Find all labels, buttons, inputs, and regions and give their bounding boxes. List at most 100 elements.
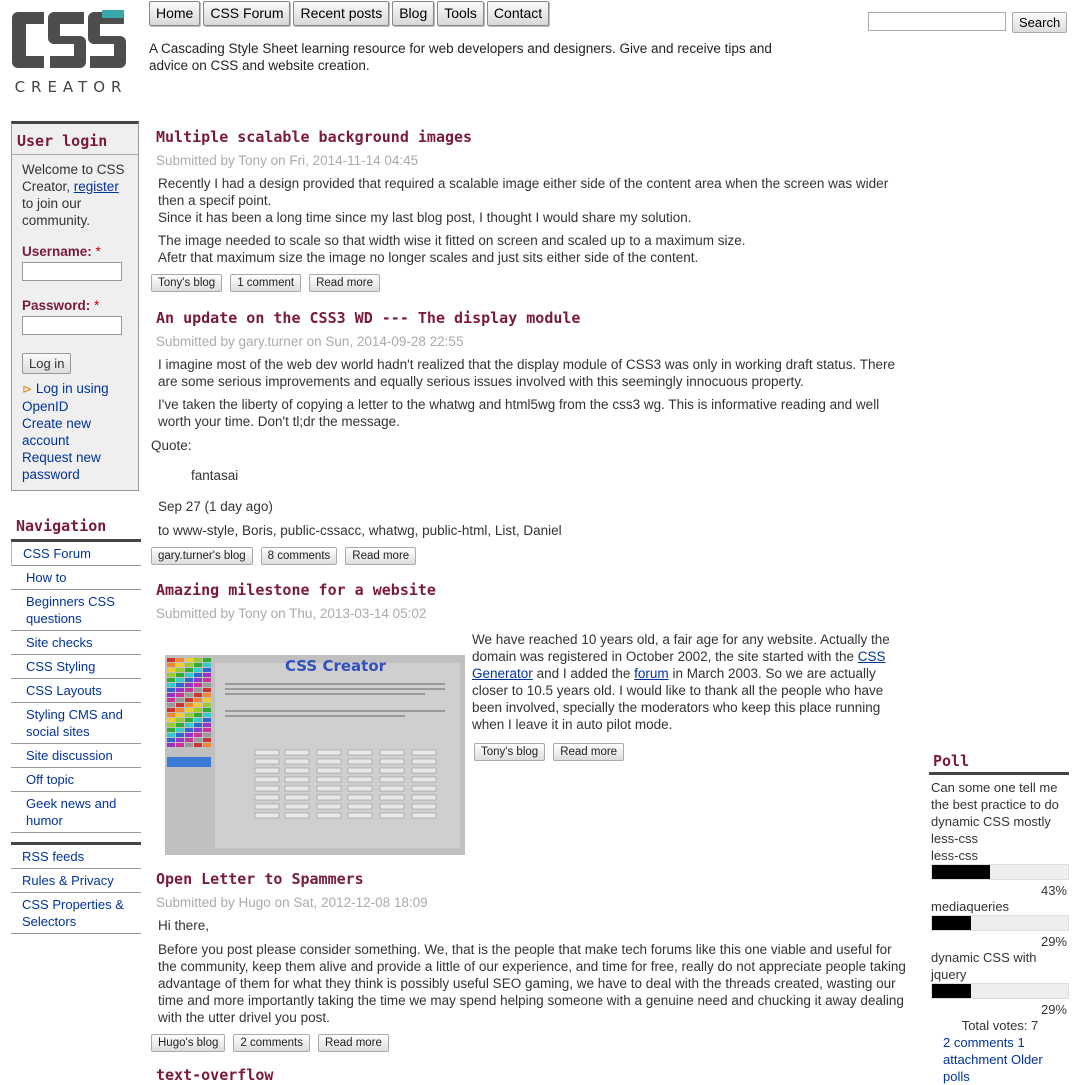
post-paragraph: Hi there, [158,918,210,933]
post-multiple-scalable: Multiple scalable background images Subm… [151,128,911,292]
post-title[interactable]: text-overflow [156,1066,911,1084]
register-link[interactable]: register [74,179,119,194]
search-input[interactable] [868,12,1006,31]
nav-css-forum[interactable]: CSS Forum [203,1,291,26]
post-paragraph: Afetr that maximum size the image no lon… [158,250,699,265]
nav-home[interactable]: Home [149,1,201,26]
nav-css-forum-link[interactable]: CSS Forum [11,542,141,566]
poll-bar [931,915,1069,931]
quote-recipients: to www-style, Boris, public-cssacc, what… [158,523,562,538]
text-part: in March 2003. So we are actually closer… [472,666,884,732]
post-paragraph: Recently I had a design provided that re… [158,176,889,208]
main-nav: Home CSS Forum Recent posts Blog Tools C… [149,1,550,26]
text-part: and I added the [536,666,631,681]
post-submitted: Submitted by gary.turner on Sun, 2014-09… [156,334,464,349]
poll-percent: 29% [1040,1002,1067,1017]
poll-bar-fill [932,916,972,930]
login-button[interactable]: Log in [22,353,72,374]
nav-site-discussion[interactable]: Site discussion [11,744,141,768]
welcome-post: to join our community. [22,196,91,228]
password-label-text: Password: [22,298,91,313]
read-more-link[interactable]: Read more [553,743,625,761]
poll-total: Total votes: 7 [961,1018,1039,1033]
poll-bar [931,864,1069,880]
poll-bar-fill [932,865,991,879]
user-login-block: User login Welcome to CSS Creator, regis… [11,121,139,491]
username-label: Username: * [22,243,128,260]
nav-beginners[interactable]: Beginners CSS questions [11,590,141,631]
nav-geek-news[interactable]: Geek news and humor [11,792,141,833]
required-mark: * [95,244,101,259]
nav-blog[interactable]: Blog [392,1,435,26]
site-logo[interactable]: CREATOR [10,8,130,98]
post-title[interactable]: Amazing milestone for a website [156,581,911,599]
poll-percent: 43% [1040,883,1067,898]
nav-css-styling[interactable]: CSS Styling [11,655,141,679]
poll-choice-label: mediaqueries [931,899,1010,914]
post-submitted: Submitted by Hugo on Sat, 2012-12-08 18:… [156,895,428,910]
blog-link[interactable]: Tony's blog [474,743,546,761]
search-button[interactable]: Search [1012,12,1068,33]
request-password-link[interactable]: Request new password [22,449,128,483]
post-title[interactable]: An update on the CSS3 WD --- The display… [156,309,911,327]
nav-site-checks[interactable]: Site checks [11,631,141,655]
comments-link[interactable]: 8 comments [260,547,338,565]
text-part: We have reached 10 years old, a fair age… [472,632,890,664]
nav-off-topic[interactable]: Off topic [11,768,141,792]
poll-title: Poll [929,752,1069,775]
screenshot-image-icon [165,655,465,855]
post-amazing-milestone: Amazing milestone for a website Submitte… [151,581,911,621]
user-login-title: User login [12,124,138,155]
post-text-overflow: text-overflow [151,1066,911,1084]
comments-link[interactable]: 2 comments [233,1034,311,1052]
rules-privacy-link[interactable]: Rules & Privacy [11,869,141,893]
comments-link[interactable]: 1 comment [230,274,302,292]
post-title[interactable]: Open Letter to Spammers [156,870,911,888]
quote-date: Sep 27 (1 day ago) [158,499,273,514]
blog-link[interactable]: Hugo's blog [151,1034,226,1052]
css-generator-screenshot: CSS Creator [165,655,465,855]
username-field[interactable] [22,262,122,281]
nav-recent-posts[interactable]: Recent posts [293,1,390,26]
post-paragraph: Before you post please consider somethin… [158,942,906,1025]
logo-text: CREATOR [14,78,128,96]
nav-tools[interactable]: Tools [437,1,484,26]
post-paragraph: The image needed to scale so that width … [158,233,746,248]
extra-links-block: RSS feeds Rules & Privacy CSS Properties… [11,842,141,934]
nav-how-to[interactable]: How to [11,566,141,590]
welcome-text: Welcome to CSS Creator, register to join… [22,161,128,229]
navigation-block: CSS Forum How to Beginners CSS questions… [11,539,141,833]
poll-question: Can some one tell me the best practice t… [931,780,1059,846]
post-paragraph: I imagine most of the web dev world hadn… [158,357,895,389]
quote-text: fantasai [191,468,239,483]
screenshot-title: CSS Creator [285,657,387,675]
poll-bar [931,983,1069,999]
blog-link[interactable]: gary.turner's blog [151,547,253,565]
poll-percent: 29% [1040,934,1067,949]
poll-comments-link[interactable]: 2 comments [943,1035,1014,1050]
password-field[interactable] [22,316,122,335]
post-title[interactable]: Multiple scalable background images [156,128,911,146]
read-more-link[interactable]: Read more [318,1034,389,1052]
openid-icon: ⊳ [22,382,33,396]
password-label: Password: * [22,297,128,314]
rss-feeds-link[interactable]: RSS feeds [11,845,141,869]
create-account-link[interactable]: Create new account [22,415,128,449]
nav-css-layouts[interactable]: CSS Layouts [11,679,141,703]
blog-link[interactable]: Tony's blog [151,274,223,292]
post-open-letter: Open Letter to Spammers Submitted by Hug… [151,870,911,1052]
poll-choice-label: less-css [931,848,978,863]
quote-label: Quote: [151,438,192,453]
required-mark: * [94,298,100,313]
poll-bar-fill [932,984,972,998]
username-label-text: Username: [22,244,92,259]
nav-styling-cms[interactable]: Styling CMS and social sites [11,703,141,744]
read-more-link[interactable]: Read more [309,274,380,292]
forum-link[interactable]: forum [634,666,669,681]
css-properties-link[interactable]: CSS Properties & Selectors [11,893,141,934]
post-css3-display: An update on the CSS3 WD --- The display… [151,309,911,565]
read-more-link[interactable]: Read more [345,547,417,565]
nav-contact[interactable]: Contact [486,1,550,26]
post-paragraph: Since it has been a long time since my l… [158,210,692,225]
openid-link[interactable]: Log in using OpenID [22,381,109,414]
